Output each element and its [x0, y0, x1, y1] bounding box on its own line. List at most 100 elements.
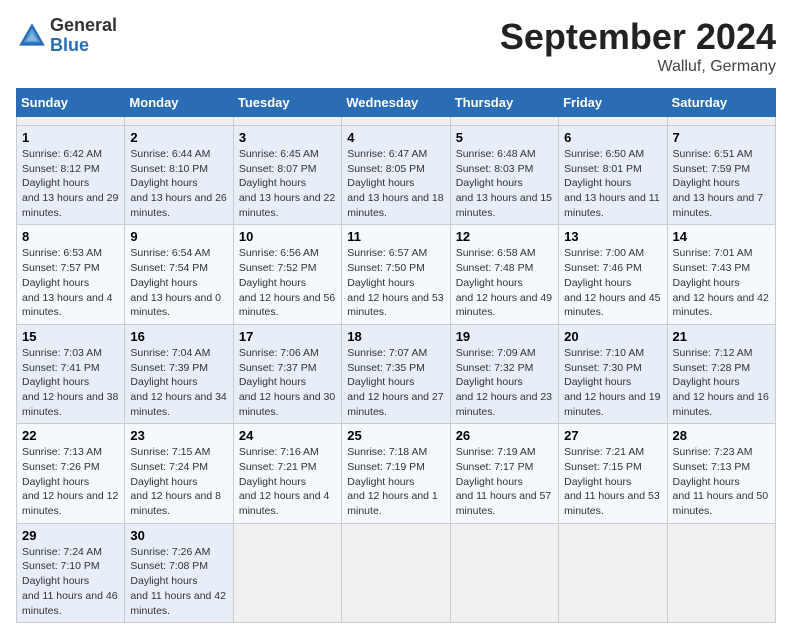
- month-title: September 2024: [500, 16, 776, 58]
- header-row: Sunday Monday Tuesday Wednesday Thursday…: [17, 89, 776, 117]
- col-thursday: Thursday: [450, 89, 558, 117]
- table-row: [559, 117, 667, 126]
- table-row: 27 Sunrise: 7:21 AMSunset: 7:15 PMDayligh…: [559, 424, 667, 523]
- table-row: 1 Sunrise: 6:42 AMSunset: 8:12 PMDaylight…: [17, 126, 125, 225]
- logo-blue: Blue: [50, 35, 89, 55]
- day-detail: Sunrise: 6:50 AMSunset: 8:01 PMDaylight …: [564, 147, 661, 220]
- table-row: 5 Sunrise: 6:48 AMSunset: 8:03 PMDaylight…: [450, 126, 558, 225]
- table-row: 26 Sunrise: 7:19 AMSunset: 7:17 PMDayligh…: [450, 424, 558, 523]
- calendar-week-row: 1 Sunrise: 6:42 AMSunset: 8:12 PMDaylight…: [17, 126, 776, 225]
- day-number: 2: [130, 130, 227, 145]
- calendar-week-row: [17, 117, 776, 126]
- table-row: [342, 523, 450, 622]
- day-number: 3: [239, 130, 336, 145]
- day-detail: Sunrise: 7:23 AMSunset: 7:13 PMDaylight …: [673, 445, 770, 518]
- table-row: 16Sunrise: 7:04 AMSunset: 7:39 PMDayligh…: [125, 324, 233, 423]
- day-number: 14: [673, 229, 770, 244]
- table-row: 6Sunrise: 6:50 AMSunset: 8:01 PMDaylight…: [559, 126, 667, 225]
- day-number: 18: [347, 329, 444, 344]
- day-detail: Sunrise: 6:58 AMSunset: 7:48 PMDaylight …: [456, 246, 553, 319]
- table-row: 7 Sunrise: 6:51 AMSunset: 7:59 PMDaylight…: [667, 126, 775, 225]
- day-number: 12: [456, 229, 553, 244]
- day-detail: Sunrise: 7:07 AMSunset: 7:35 PMDaylight …: [347, 346, 444, 419]
- table-row: [667, 117, 775, 126]
- calendar-week-row: 8 Sunrise: 6:53 AMSunset: 7:57 PMDaylight…: [17, 225, 776, 324]
- table-row: [125, 117, 233, 126]
- day-number: 29: [22, 528, 119, 543]
- logo: General Blue: [16, 16, 117, 56]
- table-row: [233, 523, 341, 622]
- table-row: 19Sunrise: 7:09 AMSunset: 7:32 PMDayligh…: [450, 324, 558, 423]
- day-number: 21: [673, 329, 770, 344]
- table-row: 4Sunrise: 6:47 AMSunset: 8:05 PMDaylight…: [342, 126, 450, 225]
- day-number: 26: [456, 428, 553, 443]
- day-number: 15: [22, 329, 119, 344]
- table-row: 22 Sunrise: 7:13 AMSunset: 7:26 PMDayligh…: [17, 424, 125, 523]
- table-row: [342, 117, 450, 126]
- day-detail: Sunrise: 6:51 AMSunset: 7:59 PMDaylight …: [673, 147, 770, 220]
- day-number: 8: [22, 229, 119, 244]
- day-number: 1: [22, 130, 119, 145]
- day-detail: Sunrise: 7:12 AMSunset: 7:28 PMDaylight …: [673, 346, 770, 419]
- day-detail: Sunrise: 7:24 AMSunset: 7:10 PMDaylight …: [22, 545, 119, 618]
- table-row: [450, 523, 558, 622]
- table-row: 8 Sunrise: 6:53 AMSunset: 7:57 PMDaylight…: [17, 225, 125, 324]
- table-row: [559, 523, 667, 622]
- day-detail: Sunrise: 6:57 AMSunset: 7:50 PMDaylight …: [347, 246, 444, 319]
- day-detail: Sunrise: 6:42 AMSunset: 8:12 PMDaylight …: [22, 147, 119, 220]
- table-row: 20 Sunrise: 7:10 AMSunset: 7:30 PMDayligh…: [559, 324, 667, 423]
- col-monday: Monday: [125, 89, 233, 117]
- day-detail: Sunrise: 7:10 AMSunset: 7:30 PMDaylight …: [564, 346, 661, 419]
- day-number: 17: [239, 329, 336, 344]
- day-detail: Sunrise: 6:47 AMSunset: 8:05 PMDaylight …: [347, 147, 444, 220]
- page-header: General Blue September 2024 Walluf, Germ…: [16, 16, 776, 76]
- logo-general: General: [50, 15, 117, 35]
- table-row: 21 Sunrise: 7:12 AMSunset: 7:28 PMDayligh…: [667, 324, 775, 423]
- day-detail: Sunrise: 6:48 AMSunset: 8:03 PMDaylight …: [456, 147, 553, 220]
- day-detail: Sunrise: 7:09 AMSunset: 7:32 PMDaylight …: [456, 346, 553, 419]
- day-detail: Sunrise: 7:00 AMSunset: 7:46 PMDaylight …: [564, 246, 661, 319]
- location: Walluf, Germany: [500, 58, 776, 76]
- day-detail: Sunrise: 6:56 AMSunset: 7:52 PMDaylight …: [239, 246, 336, 319]
- day-detail: Sunrise: 7:16 AMSunset: 7:21 PMDaylight …: [239, 445, 336, 518]
- calendar-week-row: 29 Sunrise: 7:24 AMSunset: 7:10 PMDayligh…: [17, 523, 776, 622]
- day-number: 28: [673, 428, 770, 443]
- table-row: [233, 117, 341, 126]
- table-row: [17, 117, 125, 126]
- day-number: 24: [239, 428, 336, 443]
- calendar-week-row: 22 Sunrise: 7:13 AMSunset: 7:26 PMDayligh…: [17, 424, 776, 523]
- day-detail: Sunrise: 7:26 AMSunset: 7:08 PMDaylight …: [130, 545, 227, 618]
- day-number: 7: [673, 130, 770, 145]
- day-number: 11: [347, 229, 444, 244]
- table-row: 18 Sunrise: 7:07 AMSunset: 7:35 PMDayligh…: [342, 324, 450, 423]
- table-row: 23Sunrise: 7:15 AMSunset: 7:24 PMDayligh…: [125, 424, 233, 523]
- day-number: 22: [22, 428, 119, 443]
- table-row: 12 Sunrise: 6:58 AMSunset: 7:48 PMDayligh…: [450, 225, 558, 324]
- table-row: 17Sunrise: 7:06 AMSunset: 7:37 PMDayligh…: [233, 324, 341, 423]
- table-row: 11 Sunrise: 6:57 AMSunset: 7:50 PMDayligh…: [342, 225, 450, 324]
- logo-text: General Blue: [50, 16, 117, 56]
- day-detail: Sunrise: 6:45 AMSunset: 8:07 PMDaylight …: [239, 147, 336, 220]
- col-sunday: Sunday: [17, 89, 125, 117]
- table-row: 14Sunrise: 7:01 AMSunset: 7:43 PMDayligh…: [667, 225, 775, 324]
- col-saturday: Saturday: [667, 89, 775, 117]
- table-row: [667, 523, 775, 622]
- day-detail: Sunrise: 7:13 AMSunset: 7:26 PMDaylight …: [22, 445, 119, 518]
- logo-icon: [16, 20, 48, 52]
- calendar-week-row: 15Sunrise: 7:03 AMSunset: 7:41 PMDayligh…: [17, 324, 776, 423]
- table-row: [450, 117, 558, 126]
- day-number: 20: [564, 329, 661, 344]
- day-number: 13: [564, 229, 661, 244]
- col-wednesday: Wednesday: [342, 89, 450, 117]
- day-detail: Sunrise: 7:18 AMSunset: 7:19 PMDaylight …: [347, 445, 444, 518]
- table-row: 25 Sunrise: 7:18 AMSunset: 7:19 PMDayligh…: [342, 424, 450, 523]
- day-detail: Sunrise: 6:53 AMSunset: 7:57 PMDaylight …: [22, 246, 119, 319]
- table-row: 30Sunrise: 7:26 AMSunset: 7:08 PMDayligh…: [125, 523, 233, 622]
- day-number: 10: [239, 229, 336, 244]
- day-number: 5: [456, 130, 553, 145]
- day-detail: Sunrise: 6:54 AMSunset: 7:54 PMDaylight …: [130, 246, 227, 319]
- day-number: 25: [347, 428, 444, 443]
- day-number: 27: [564, 428, 661, 443]
- day-detail: Sunrise: 7:19 AMSunset: 7:17 PMDaylight …: [456, 445, 553, 518]
- day-detail: Sunrise: 7:21 AMSunset: 7:15 PMDaylight …: [564, 445, 661, 518]
